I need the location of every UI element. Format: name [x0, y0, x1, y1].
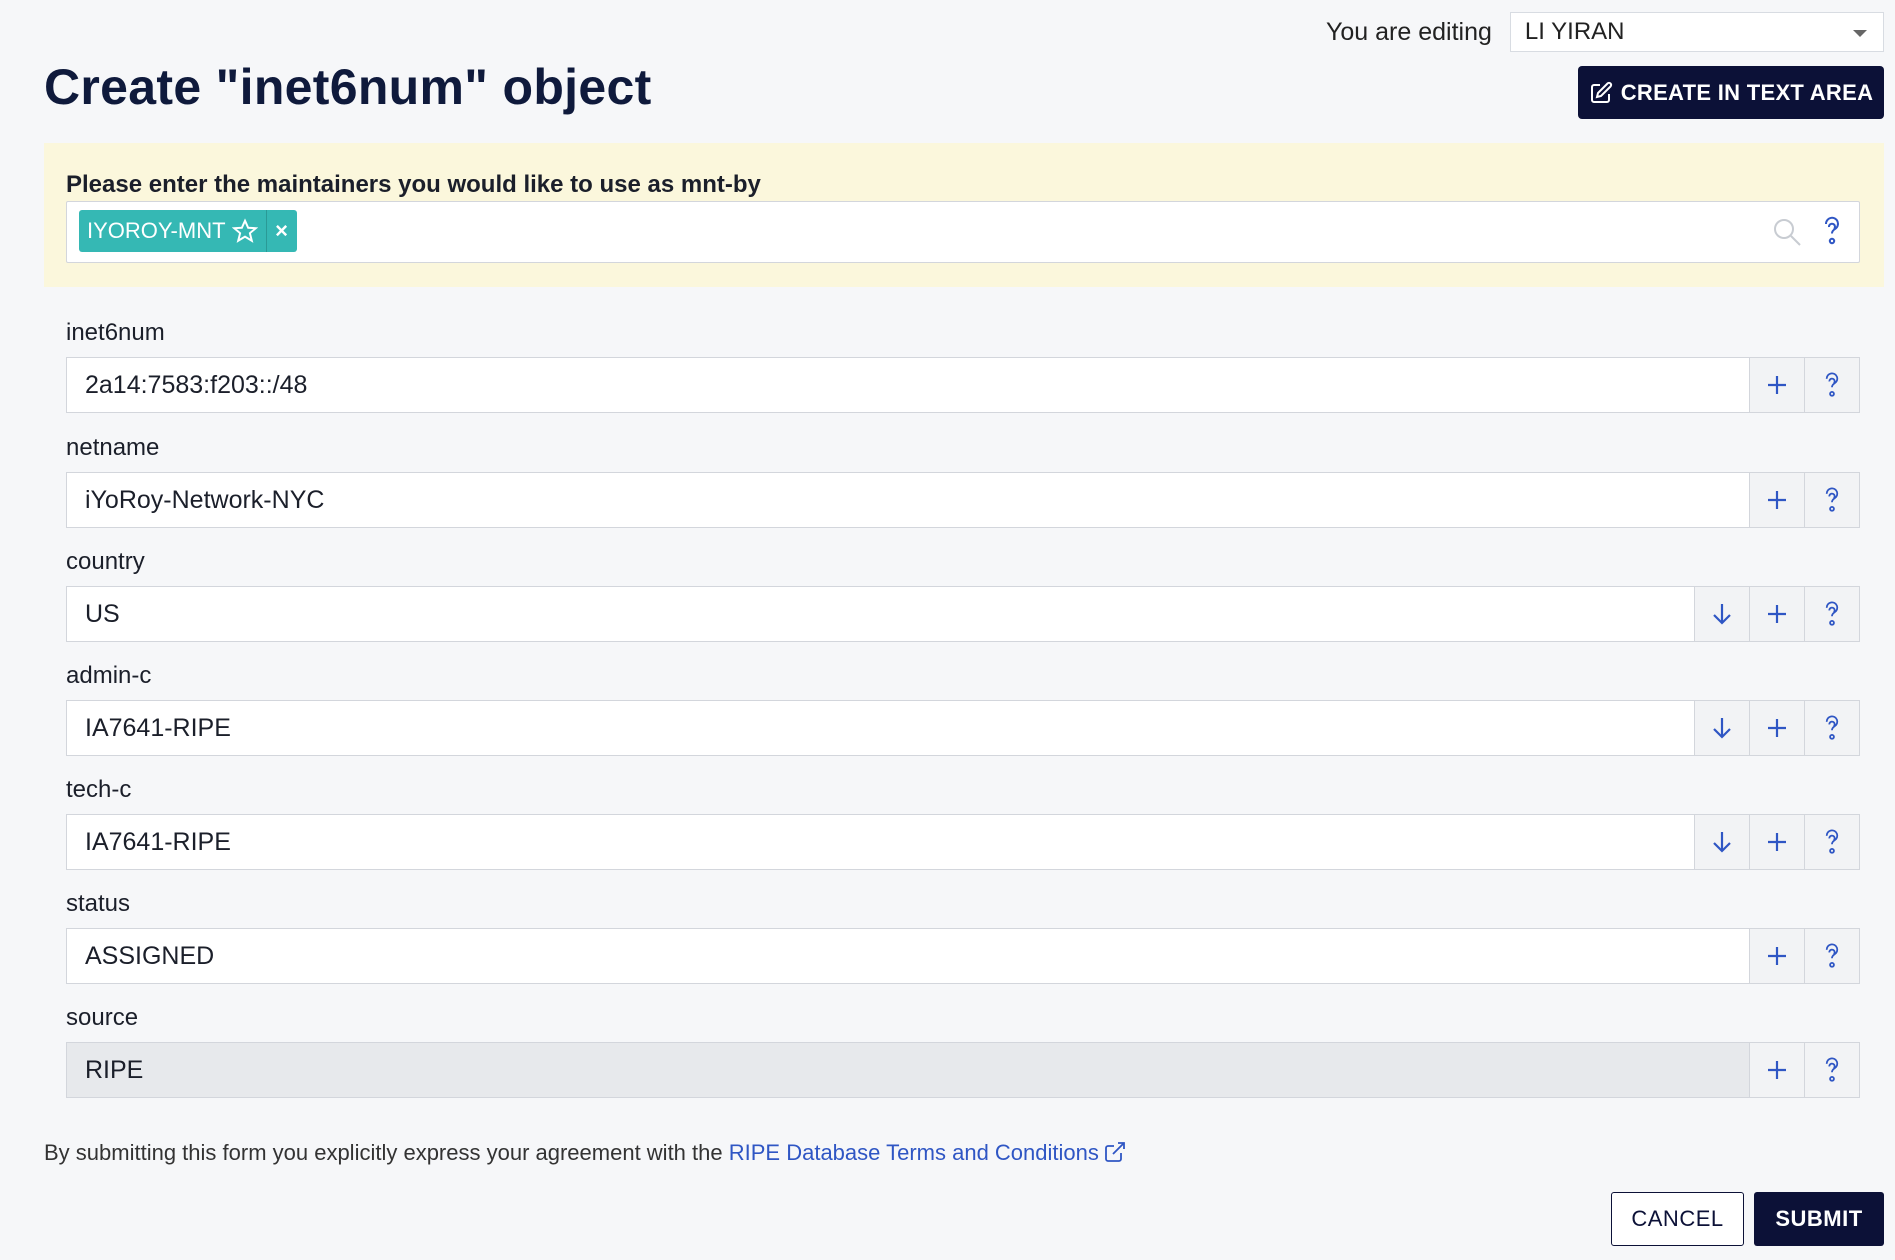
terms-prefix: By submitting this form you explicitly e… [44, 1140, 723, 1165]
create-in-text-area-button[interactable]: CREATE IN TEXT AREA [1578, 66, 1884, 119]
field-label: source [66, 1004, 139, 1031]
dropdown-button[interactable] [1694, 814, 1750, 870]
submit-button[interactable]: SUBMIT [1754, 1192, 1884, 1246]
edit-icon [1590, 81, 1612, 103]
editing-bar: You are editing LI YIRAN [1326, 12, 1884, 52]
chevron-down-icon [1852, 30, 1867, 37]
attribute-help-button[interactable] [1804, 1042, 1860, 1098]
attribute-help-button[interactable] [1804, 700, 1860, 756]
field-label: status [66, 890, 131, 917]
object-form: inet6num 2a14:7583:f203::/48 netname iYo… [44, 287, 1884, 1105]
admin-c-input[interactable]: IA7641-RIPE [66, 700, 1695, 756]
field-label: admin-c [66, 662, 152, 689]
terms-link[interactable]: RIPE Database Terms and Conditions [729, 1140, 1127, 1165]
help-icon [1825, 487, 1839, 512]
field-label: inet6num [66, 319, 165, 346]
plus-icon [1768, 1061, 1786, 1079]
search-icon[interactable] [1771, 216, 1803, 248]
field-label: country [66, 548, 145, 575]
field-label: netname [66, 434, 160, 461]
cancel-button[interactable]: CANCEL [1611, 1192, 1744, 1246]
attribute-help-button[interactable] [1804, 472, 1860, 528]
help-icon [1825, 943, 1839, 968]
star-outline-icon[interactable] [231, 218, 258, 244]
help-icon [1825, 1057, 1839, 1082]
arrow-down-icon [1713, 604, 1731, 625]
field-netname: netname iYoRoy-Network-NYC [66, 432, 1860, 528]
field-tech-c: tech-c IA7641-RIPE [66, 774, 1860, 870]
editing-label: You are editing [1326, 17, 1492, 46]
help-icon [1825, 372, 1839, 397]
maintainers-label: Please enter the maintainers you would l… [66, 171, 761, 198]
maintainer-chip-main: IYOROY-MNT [79, 210, 267, 252]
attribute-help-button[interactable] [1804, 357, 1860, 413]
editing-select[interactable]: LI YIRAN [1509, 12, 1884, 52]
help-icon [1825, 601, 1839, 626]
add-attribute-button[interactable] [1749, 700, 1805, 756]
arrow-down-icon [1713, 718, 1731, 739]
add-attribute-button[interactable] [1749, 586, 1805, 642]
field-admin-c: admin-c IA7641-RIPE [66, 660, 1860, 756]
terms-link-label: RIPE Database Terms and Conditions [728, 1140, 1099, 1165]
attribute-help-button[interactable] [1804, 814, 1860, 870]
plus-icon [1768, 605, 1786, 623]
status-input[interactable]: ASSIGNED [66, 928, 1750, 984]
plus-icon [1768, 719, 1786, 737]
netname-input[interactable]: iYoRoy-Network-NYC [66, 472, 1750, 528]
field-label: tech-c [66, 776, 132, 803]
source-input: RIPE [66, 1042, 1750, 1098]
help-icon[interactable] [1817, 214, 1847, 248]
plus-icon [1768, 376, 1786, 394]
dropdown-button[interactable] [1694, 700, 1750, 756]
plus-icon [1768, 491, 1786, 509]
maintainers-input[interactable]: IYOROY-MNT × [66, 201, 1860, 263]
plus-icon [1768, 947, 1786, 965]
attribute-help-button[interactable] [1804, 586, 1860, 642]
remove-chip-button[interactable]: × [267, 210, 297, 252]
help-icon [1825, 715, 1839, 740]
external-link-icon [1104, 1142, 1125, 1162]
add-attribute-button[interactable] [1749, 1042, 1805, 1098]
field-country: country US [66, 546, 1860, 642]
country-input[interactable]: US [66, 586, 1695, 642]
maintainer-chip-label: IYOROY-MNT [87, 218, 226, 243]
create-in-text-area-label: CREATE IN TEXT AREA [1620, 79, 1874, 105]
add-attribute-button[interactable] [1749, 357, 1805, 413]
field-inet6num: inet6num 2a14:7583:f203::/48 [66, 317, 1860, 413]
field-status: status ASSIGNED [66, 888, 1860, 984]
tech-c-input[interactable]: IA7641-RIPE [66, 814, 1695, 870]
editing-value: LI YIRAN [1524, 18, 1625, 45]
attribute-help-button[interactable] [1804, 928, 1860, 984]
terms-notice: By submitting this form you explicitly e… [44, 1140, 1127, 1166]
add-attribute-button[interactable] [1749, 814, 1805, 870]
maintainer-chip[interactable]: IYOROY-MNT × [79, 210, 297, 252]
page-title: Create "inet6num" object [44, 59, 652, 115]
add-attribute-button[interactable] [1749, 472, 1805, 528]
inet6num-input[interactable]: 2a14:7583:f203::/48 [66, 357, 1750, 413]
maintainers-panel: Please enter the maintainers you would l… [44, 143, 1884, 287]
add-attribute-button[interactable] [1749, 928, 1805, 984]
field-source: source RIPE [66, 1002, 1860, 1098]
arrow-down-icon [1713, 832, 1731, 853]
plus-icon [1768, 833, 1786, 851]
dropdown-button[interactable] [1694, 586, 1750, 642]
help-icon [1825, 829, 1839, 854]
